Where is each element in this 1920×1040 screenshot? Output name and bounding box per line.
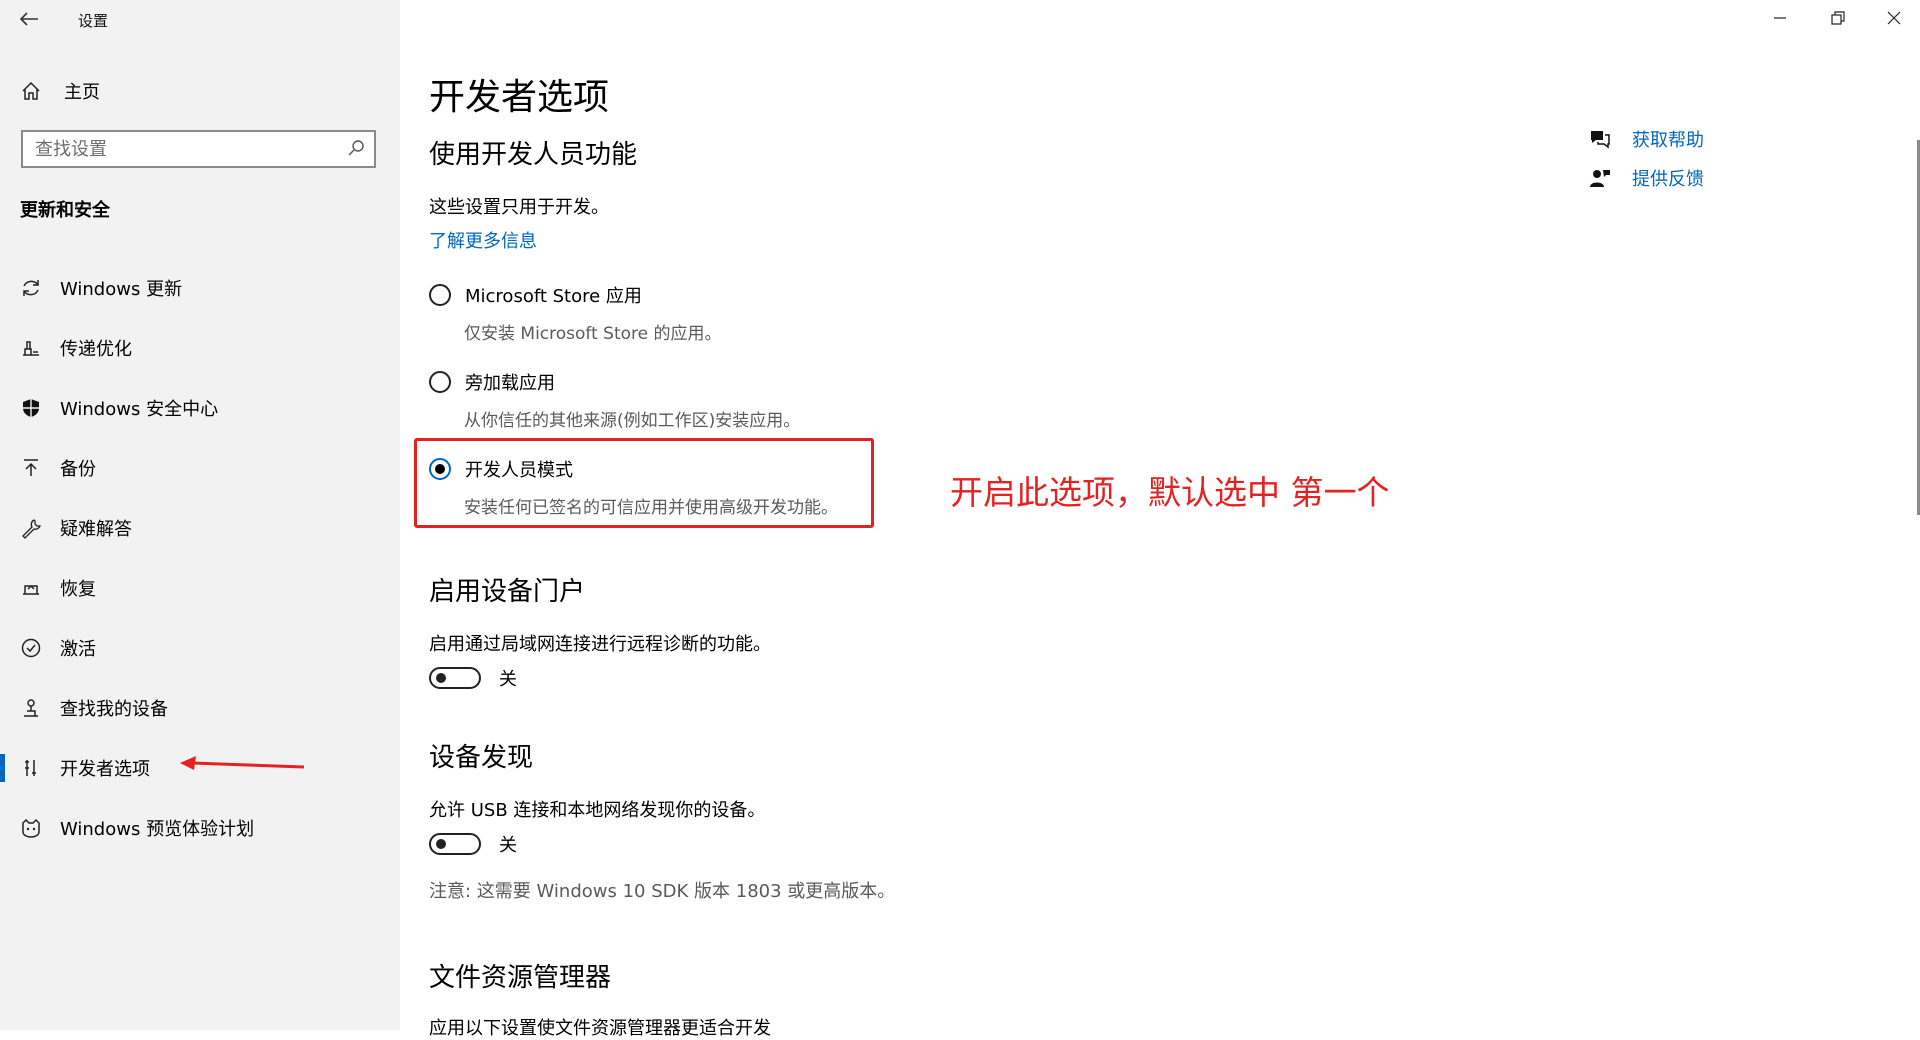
window-title: 设置: [78, 12, 109, 30]
sidebar-item-label: 开发者选项: [60, 759, 150, 780]
dev-section-heading: 使用开发人员功能: [429, 140, 638, 170]
delivery-icon: [23, 341, 39, 356]
toggle-state-label: 关: [499, 669, 517, 690]
portal-desc: 启用通过局域网连接进行远程诊断的功能。: [429, 634, 771, 655]
portal-toggle[interactable]: 关: [429, 665, 517, 691]
minimize-icon: [1774, 17, 1786, 19]
sidebar-item-backup[interactable]: 备份: [0, 438, 400, 498]
annotation-arrow: [180, 756, 305, 770]
sidebar-item-label: Windows 更新: [60, 279, 183, 300]
discovery-note: 注意: 这需要 Windows 10 SDK 版本 1803 或更高版本。: [429, 881, 896, 902]
home-nav-item[interactable]: 主页: [20, 78, 100, 104]
sidebar-item-label: 备份: [60, 459, 96, 480]
radio-store-apps[interactable]: Microsoft Store 应用: [429, 282, 642, 308]
section-title: 更新和安全: [20, 200, 110, 221]
developer-icon: [25, 760, 36, 776]
sidebar-item-windows-update[interactable]: Windows 更新: [0, 258, 400, 318]
toggle-state-label: 关: [499, 835, 517, 856]
shield-icon: [23, 399, 39, 417]
radio-label: Microsoft Store 应用: [465, 286, 642, 307]
feedback-link[interactable]: 提供反馈: [1588, 165, 1704, 191]
recovery-icon: [23, 584, 39, 595]
annotation-text: 开启此选项，默认选中 第一个: [950, 473, 1390, 512]
sidebar-item-label: 激活: [60, 639, 96, 660]
search-box[interactable]: [21, 130, 376, 168]
find-device-icon: [24, 699, 38, 717]
explorer-heading: 文件资源管理器: [429, 963, 612, 993]
sidebar-item-label: 传递优化: [60, 339, 132, 360]
sidebar-item-recovery[interactable]: 恢复: [0, 558, 400, 618]
search-icon[interactable]: [346, 138, 366, 158]
get-help-label: 获取帮助: [1632, 130, 1704, 151]
discovery-desc: 允许 USB 连接和本地网络发现你的设备。: [429, 800, 766, 821]
wrench-icon: [22, 519, 41, 539]
sidebar-item-insider[interactable]: Windows 预览体验计划: [0, 798, 400, 858]
chat-help-icon: [1591, 131, 1610, 149]
minimize-button[interactable]: [1770, 8, 1790, 33]
radio-desc: 从你信任的其他来源(例如工作区)安装应用。: [464, 411, 801, 431]
page-title: 开发者选项: [429, 77, 610, 118]
toggle-switch[interactable]: [429, 833, 481, 855]
discovery-heading: 设备发现: [429, 743, 534, 773]
sidebar-item-label: 疑难解答: [60, 519, 132, 540]
restore-button[interactable]: [1828, 8, 1848, 33]
insider-cat-icon: [22, 818, 40, 838]
radio-label: 旁加载应用: [465, 373, 555, 394]
radio-desc: 仅安装 Microsoft Store 的应用。: [464, 324, 722, 344]
close-button[interactable]: [1884, 8, 1904, 33]
radio-circle[interactable]: [429, 284, 451, 306]
explorer-desc: 应用以下设置使文件资源管理器更适合开发: [429, 1018, 771, 1039]
annotation-highlight-box: [414, 438, 874, 528]
sidebar: 设置 主页 更新和安全 Windows 更新 传递优化: [0, 0, 400, 1030]
radio-circle[interactable]: [429, 371, 451, 393]
feedback-person-icon: [1590, 170, 1610, 187]
discovery-toggle[interactable]: 关: [429, 831, 517, 857]
sidebar-item-label: 查找我的设备: [60, 699, 168, 720]
sync-icon: [23, 280, 39, 296]
sidebar-item-find-device[interactable]: 查找我的设备: [0, 678, 400, 738]
backup-arrow-icon: [24, 459, 38, 476]
home-icon: [22, 81, 40, 100]
close-icon: [1887, 11, 1901, 25]
sidebar-item-activation[interactable]: 激活: [0, 618, 400, 678]
sidebar-item-delivery-optimization[interactable]: 传递优化: [0, 318, 400, 378]
sidebar-item-label: Windows 安全中心: [60, 399, 219, 420]
search-input[interactable]: [23, 132, 347, 166]
get-help-link[interactable]: 获取帮助: [1588, 126, 1704, 152]
sidebar-item-troubleshoot[interactable]: 疑难解答: [0, 498, 400, 558]
toggle-switch[interactable]: [429, 667, 481, 689]
home-label: 主页: [64, 82, 100, 103]
sidebar-item-label: Windows 预览体验计划: [60, 819, 255, 840]
back-button[interactable]: [18, 8, 40, 30]
sidebar-item-label: 恢复: [60, 579, 96, 600]
sidebar-item-security-center[interactable]: Windows 安全中心: [0, 378, 400, 438]
back-arrow-icon: [19, 12, 38, 26]
learn-more-link[interactable]: 了解更多信息: [429, 227, 537, 253]
check-circle-icon: [21, 638, 41, 658]
radio-sideload[interactable]: 旁加载应用: [429, 369, 555, 395]
feedback-label: 提供反馈: [1632, 169, 1704, 190]
portal-heading: 启用设备门户: [429, 577, 586, 607]
restore-icon: [1831, 11, 1845, 25]
dev-section-desc: 这些设置只用于开发。: [429, 197, 609, 218]
